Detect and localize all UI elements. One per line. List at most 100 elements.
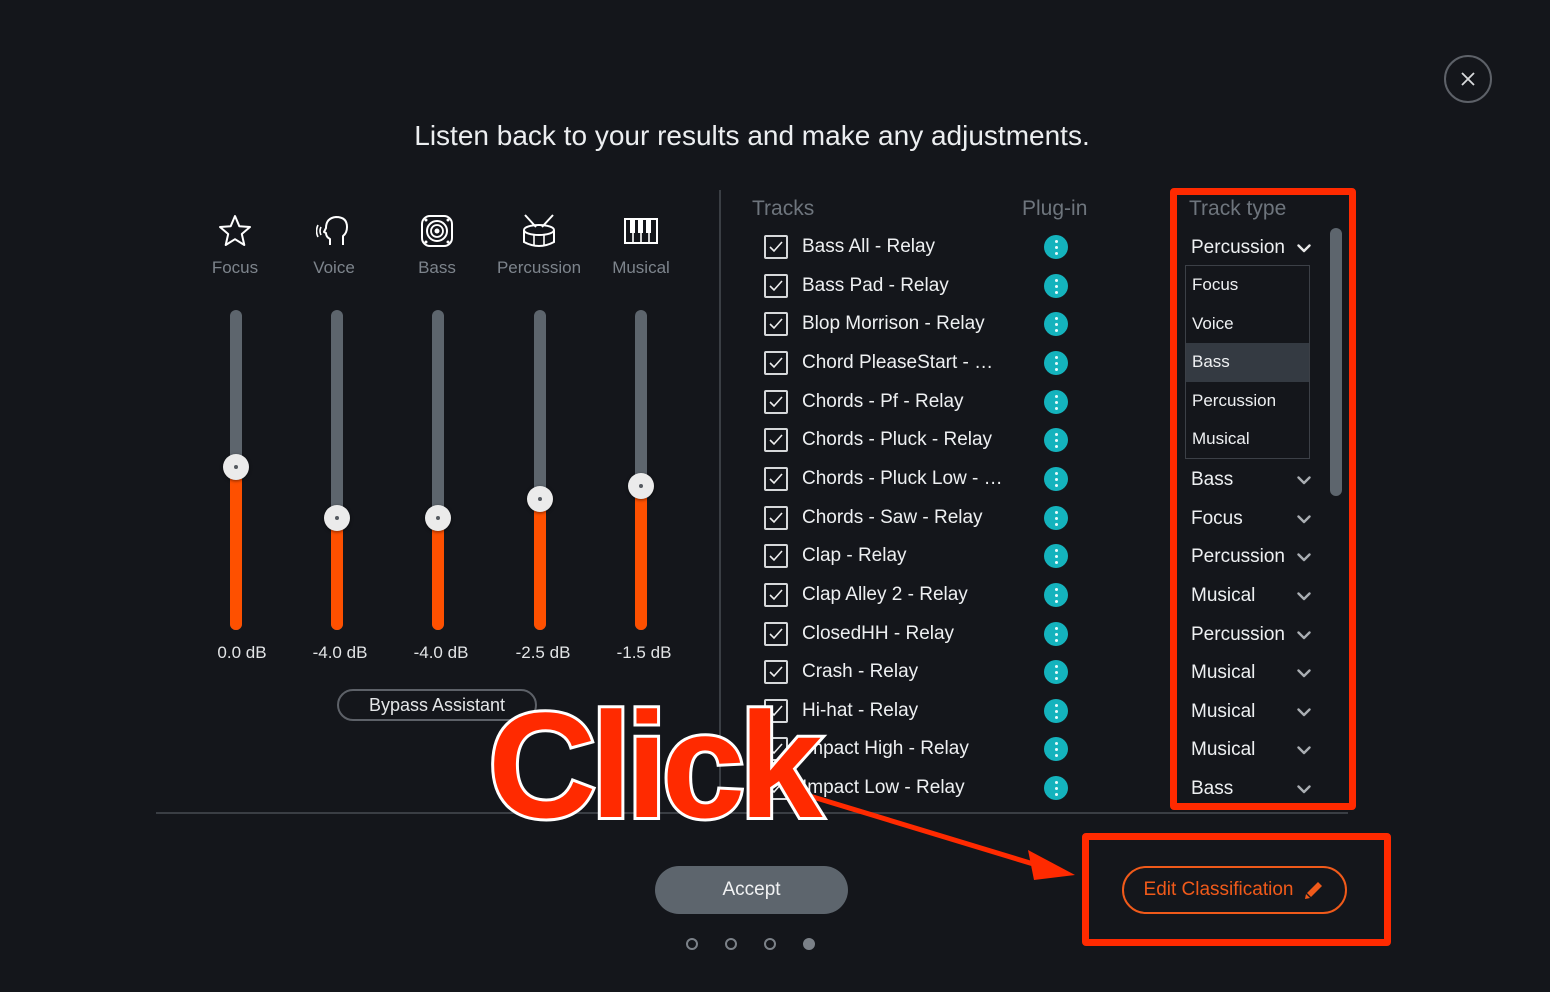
edit-classification-label: Edit Classification: [1143, 879, 1294, 900]
track-checkbox[interactable]: [764, 699, 788, 723]
page-dot[interactable]: [764, 938, 776, 950]
plugin-menu-icon[interactable]: [1044, 467, 1068, 491]
track-name: Crash - Relay: [802, 661, 919, 682]
vertical-divider: [719, 190, 721, 812]
track-checkbox[interactable]: [764, 351, 788, 375]
page-dot[interactable]: [725, 938, 737, 950]
track-type-select[interactable]: Musical: [1191, 694, 1311, 730]
track-type-select[interactable]: Percussion: [1191, 539, 1311, 575]
checkmark-icon: [769, 666, 783, 678]
chevron-down-icon: [1297, 552, 1311, 561]
track-type-value: Musical: [1191, 662, 1256, 683]
chevron-down-icon: [1297, 514, 1311, 523]
dropdown-option-bass[interactable]: Bass: [1186, 343, 1309, 382]
track-list-scrollbar[interactable]: [1330, 228, 1342, 496]
close-button[interactable]: [1444, 55, 1492, 103]
track-type-select[interactable]: Percussion: [1191, 230, 1311, 266]
track-name: Hi-hat - Relay: [802, 700, 919, 721]
plugin-menu-icon[interactable]: [1044, 737, 1068, 761]
plugin-column-header: Plug-in: [1022, 197, 1088, 220]
plugin-menu-icon[interactable]: [1044, 351, 1068, 375]
chevron-down-icon: [1297, 784, 1311, 793]
voice-icon: [316, 216, 348, 245]
fader-fill: [534, 499, 546, 630]
page-dot-active[interactable]: [803, 938, 815, 950]
dropdown-option-voice[interactable]: Voice: [1186, 305, 1309, 344]
fader-knob[interactable]: [324, 505, 350, 531]
accept-button[interactable]: Accept: [655, 866, 848, 914]
plugin-menu-icon[interactable]: [1044, 428, 1068, 452]
chevron-down-icon: [1297, 630, 1311, 639]
track-type-value: Percussion: [1191, 624, 1285, 645]
track-type-value: Focus: [1191, 508, 1243, 529]
track-checkbox[interactable]: [764, 235, 788, 259]
plugin-menu-icon[interactable]: [1044, 390, 1068, 414]
track-name: Blop Morrison - Relay: [802, 313, 985, 334]
dropdown-option-musical[interactable]: Musical: [1186, 420, 1309, 459]
plugin-menu-icon[interactable]: [1044, 622, 1068, 646]
track-type-select[interactable]: Bass: [1191, 771, 1311, 807]
fader-knob[interactable]: [628, 473, 654, 499]
track-checkbox[interactable]: [764, 506, 788, 530]
track-name: Chord PleaseStart - …: [802, 352, 994, 373]
fader-slider-bass[interactable]: [425, 310, 451, 630]
track-checkbox[interactable]: [764, 274, 788, 298]
plugin-menu-icon[interactable]: [1044, 544, 1068, 568]
fader-header-musical: Musical: [586, 210, 696, 278]
track-checkbox[interactable]: [764, 390, 788, 414]
track-checkbox[interactable]: [764, 622, 788, 646]
track-name: Chords - Pluck Low - …: [802, 468, 1003, 489]
fader-knob[interactable]: [425, 505, 451, 531]
fader-knob[interactable]: [223, 454, 249, 480]
track-checkbox[interactable]: [764, 467, 788, 491]
fader-slider-voice[interactable]: [324, 310, 350, 630]
plugin-menu-icon[interactable]: [1044, 274, 1068, 298]
track-type-select[interactable]: Percussion: [1191, 617, 1311, 653]
fader-value: -2.5 dB: [515, 643, 571, 662]
fader-label: Bass: [418, 258, 456, 277]
track-name: Chords - Pf - Relay: [802, 391, 964, 412]
fader-slider-focus[interactable]: [223, 310, 249, 630]
track-checkbox[interactable]: [764, 776, 788, 800]
checkmark-icon: [769, 782, 783, 794]
dropdown-option-percussion[interactable]: Percussion: [1186, 382, 1309, 421]
plugin-menu-icon[interactable]: [1044, 699, 1068, 723]
track-checkbox[interactable]: [764, 428, 788, 452]
fader-slider-musical[interactable]: [628, 310, 654, 630]
page-dot[interactable]: [686, 938, 698, 950]
dropdown-option-focus[interactable]: Focus: [1186, 266, 1309, 305]
plugin-menu-icon[interactable]: [1044, 235, 1068, 259]
edit-classification-button[interactable]: Edit Classification: [1122, 866, 1347, 914]
bypass-assistant-button[interactable]: Bypass Assistant: [337, 689, 537, 721]
track-type-select[interactable]: Musical: [1191, 732, 1311, 768]
track-type-select[interactable]: Bass: [1191, 462, 1311, 498]
chevron-down-icon: [1297, 243, 1311, 252]
track-type-select[interactable]: Focus: [1191, 501, 1311, 537]
track-type-value: Bass: [1191, 778, 1234, 799]
piano-icon: [624, 218, 658, 244]
checkmark-icon: [769, 512, 783, 524]
fader-slider-percussion[interactable]: [527, 310, 553, 630]
chevron-down-icon: [1297, 668, 1311, 677]
fader-label: Voice: [313, 258, 355, 277]
track-checkbox[interactable]: [764, 312, 788, 336]
track-name: ClosedHH - Relay: [802, 623, 955, 644]
track-type-select[interactable]: Musical: [1191, 578, 1311, 614]
plugin-menu-icon[interactable]: [1044, 506, 1068, 530]
track-checkbox[interactable]: [764, 660, 788, 684]
checkmark-icon: [769, 280, 783, 292]
plugin-menu-icon[interactable]: [1044, 660, 1068, 684]
track-checkbox[interactable]: [764, 544, 788, 568]
track-checkbox[interactable]: [764, 583, 788, 607]
plugin-menu-icon[interactable]: [1044, 312, 1068, 336]
checkmark-icon: [769, 357, 783, 369]
checkmark-icon: [769, 473, 783, 485]
fader-knob[interactable]: [527, 486, 553, 512]
fader-header-voice: Voice: [279, 210, 389, 278]
checkmark-icon: [769, 743, 783, 755]
plugin-menu-icon[interactable]: [1044, 583, 1068, 607]
star-icon: [219, 215, 251, 246]
track-type-select[interactable]: Musical: [1191, 655, 1311, 691]
plugin-menu-icon[interactable]: [1044, 776, 1068, 800]
track-checkbox[interactable]: [764, 737, 788, 761]
